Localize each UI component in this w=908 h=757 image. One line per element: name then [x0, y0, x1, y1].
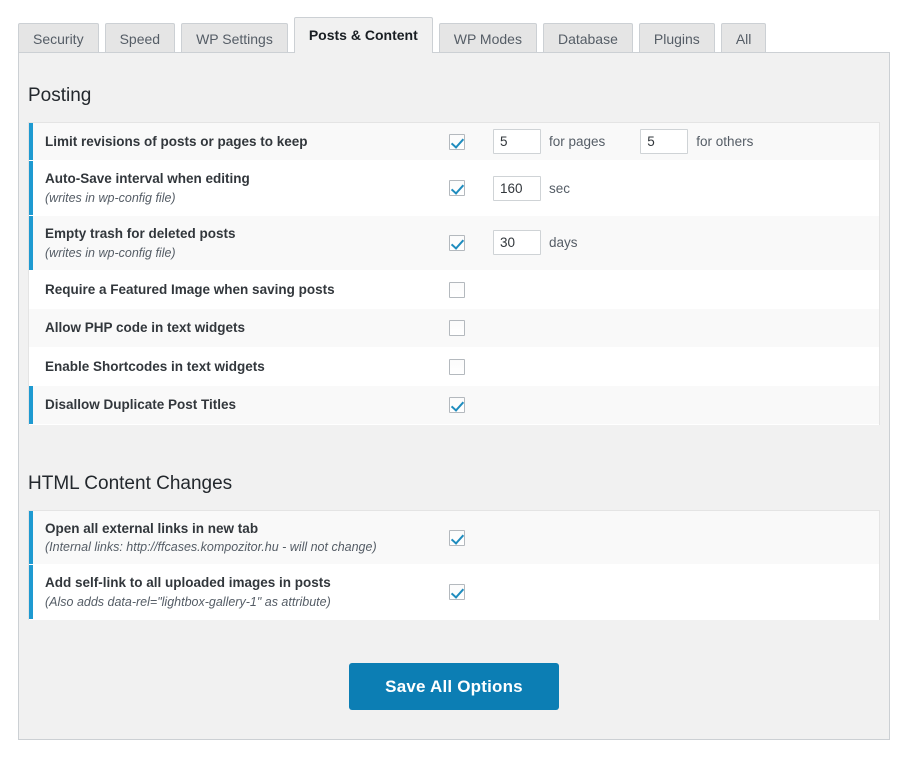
option-title: Auto-Save interval when editing: [45, 171, 250, 187]
option-control: [449, 511, 879, 565]
option-subtitle: (writes in wp-config file): [45, 245, 176, 260]
option-title: Require a Featured Image when saving pos…: [45, 281, 335, 297]
options-table: Open all external links in new tab (Inter…: [28, 509, 880, 621]
section-heading: Posting: [28, 85, 92, 106]
option-label: Open all external links in new tab (Inter…: [33, 511, 449, 565]
tab-plugins[interactable]: Plugins: [638, 23, 715, 53]
option-number-input[interactable]: [640, 129, 689, 155]
option-control: [449, 271, 879, 309]
option-title: Enable Shortcodes in text widgets: [45, 358, 265, 374]
option-label: Auto-Save interval when editing (writes i…: [33, 161, 449, 215]
option-control: [449, 386, 879, 424]
option-row: Auto-Save interval when editing (writes i…: [29, 161, 879, 217]
option-title: Empty trash for deleted posts: [45, 226, 236, 242]
option-control: [449, 348, 879, 386]
option-label: Allow PHP code in text widgets: [33, 309, 449, 347]
tab-wp-modes[interactable]: WP Modes: [438, 23, 537, 53]
settings-panel: Posting Limit revisions of posts or pages…: [18, 52, 890, 740]
option-label: Add self-link to all uploaded images in …: [33, 565, 449, 619]
option-checkbox[interactable]: [449, 358, 465, 375]
tab-security[interactable]: Security: [18, 23, 99, 53]
option-control: days: [449, 216, 879, 270]
tab-all[interactable]: All: [720, 23, 767, 53]
option-unit-label: days: [549, 235, 578, 251]
option-row: Empty trash for deleted posts (writes in …: [29, 216, 879, 271]
option-control: sec: [449, 161, 879, 215]
save-all-options-button[interactable]: Save All Options: [349, 663, 559, 711]
option-row: Enable Shortcodes in text widgets: [29, 347, 879, 387]
option-checkbox[interactable]: [449, 133, 465, 150]
option-title: Open all external links in new tab: [45, 520, 259, 536]
option-checkbox[interactable]: [449, 320, 465, 337]
option-row: Require a Featured Image when saving pos…: [29, 270, 879, 310]
option-subtitle: (Internal links: http://ffcases.kompozit…: [45, 540, 377, 555]
option-row: Allow PHP code in text widgets: [29, 309, 879, 348]
option-label: Disallow Duplicate Post Titles: [33, 386, 449, 424]
option-number-input[interactable]: [493, 175, 541, 201]
section-heading: HTML Content Changes: [28, 472, 233, 494]
option-control: [449, 565, 879, 619]
option-unit-label: for pages: [549, 134, 606, 150]
option-subtitle: (writes in wp-config file): [45, 190, 176, 205]
options-table: Limit revisions of posts or pages to kee…: [28, 121, 880, 425]
option-title: Add self-link to all uploaded images in …: [45, 575, 331, 591]
option-row: Open all external links in new tab (Inter…: [29, 510, 879, 566]
option-row: Add self-link to all uploaded images in …: [29, 565, 879, 621]
option-checkbox[interactable]: [449, 584, 465, 601]
option-title: Disallow Duplicate Post Titles: [45, 397, 237, 413]
tab-bar: Security Speed WP Settings Posts & Content W…: [0, 16, 908, 53]
option-label: Enable Shortcodes in text widgets: [33, 348, 449, 386]
option-checkbox[interactable]: [449, 281, 465, 298]
option-row: Disallow Duplicate Post Titles: [29, 386, 879, 425]
option-title: Limit revisions of posts or pages to kee…: [45, 133, 308, 149]
option-checkbox[interactable]: [449, 180, 465, 197]
option-row: Limit revisions of posts or pages to kee…: [29, 122, 879, 162]
tab-posts-content[interactable]: Posts & Content: [293, 17, 433, 53]
option-label: Limit revisions of posts or pages to kee…: [33, 123, 449, 161]
option-unit-label: sec: [549, 180, 571, 196]
option-control: [449, 309, 879, 347]
option-label: Empty trash for deleted posts (writes in …: [33, 216, 449, 270]
option-control: for pages for others: [449, 123, 879, 161]
option-checkbox[interactable]: [449, 397, 465, 414]
option-unit-label: for others: [696, 134, 754, 150]
option-checkbox[interactable]: [449, 234, 465, 251]
option-label: Require a Featured Image when saving pos…: [33, 271, 449, 309]
option-number-input[interactable]: [493, 129, 541, 155]
save-button-container: Save All Options: [19, 620, 889, 711]
option-title: Allow PHP code in text widgets: [45, 320, 246, 336]
tab-wp-settings[interactable]: WP Settings: [181, 23, 288, 53]
tab-database[interactable]: Database: [542, 23, 633, 53]
option-subtitle: (Also adds data-rel="lightbox-gallery-1"…: [45, 595, 331, 610]
option-checkbox[interactable]: [449, 529, 465, 546]
tab-speed[interactable]: Speed: [104, 23, 176, 53]
option-number-input[interactable]: [493, 230, 541, 256]
